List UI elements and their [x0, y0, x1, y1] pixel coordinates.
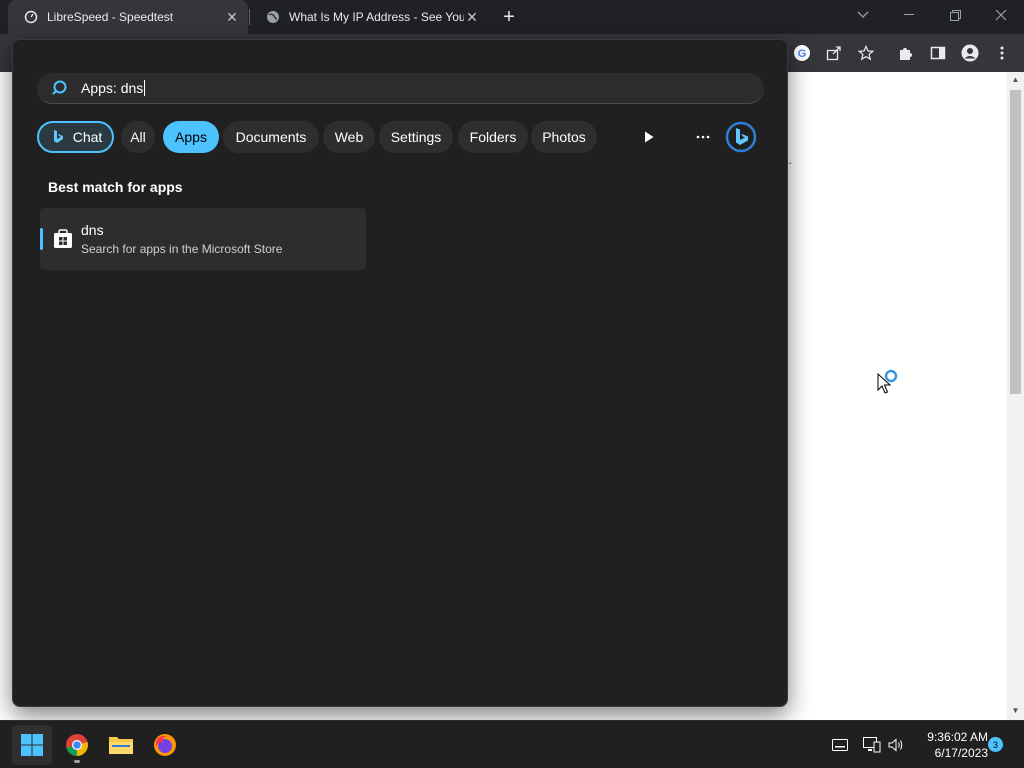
- notification-badge[interactable]: 3: [988, 737, 1003, 752]
- filter-photos[interactable]: Photos: [531, 121, 597, 153]
- page-scrollbar[interactable]: ▲ ▼: [1007, 72, 1024, 720]
- tab-search-chevron-icon[interactable]: [840, 0, 886, 30]
- tab-close-icon[interactable]: ✕: [224, 9, 240, 25]
- profile-avatar-icon[interactable]: [959, 42, 981, 64]
- browser-menu-icon[interactable]: [991, 42, 1013, 64]
- volume-icon[interactable]: [886, 735, 906, 755]
- minimize-button[interactable]: [886, 0, 932, 30]
- tab-close-icon[interactable]: ✕: [464, 9, 480, 25]
- close-window-button[interactable]: [978, 0, 1024, 30]
- clock-time: 9:36:02 AM: [927, 730, 988, 744]
- result-subtitle: Search for apps in the Microsoft Store: [81, 242, 283, 256]
- filter-settings[interactable]: Settings: [379, 121, 453, 153]
- result-title: dns: [81, 222, 104, 238]
- filter-label: All: [130, 129, 146, 145]
- filter-folders[interactable]: Folders: [458, 121, 528, 153]
- filter-documents[interactable]: Documents: [223, 121, 319, 153]
- new-tab-button[interactable]: +: [498, 6, 520, 28]
- microsoft-store-icon: [54, 229, 72, 248]
- globe-icon: [266, 10, 280, 24]
- filter-label: Documents: [235, 129, 307, 145]
- running-indicator: [74, 760, 80, 763]
- bing-chat-icon: [53, 130, 63, 143]
- filter-label: Web: [334, 129, 364, 145]
- filter-label: Chat: [72, 129, 103, 145]
- desktop: LibreSpeed - Speedtest ✕ What Is My IP A…: [0, 0, 1024, 768]
- search-query-text: Apps: dns: [81, 80, 144, 96]
- best-match-result[interactable]: dns Search for apps in the Microsoft Sto…: [40, 208, 366, 270]
- filter-apps[interactable]: Apps: [163, 121, 219, 153]
- scroll-down-arrow-icon[interactable]: ▼: [1011, 706, 1020, 715]
- search-input[interactable]: Apps: dns: [37, 73, 764, 104]
- busy-cursor-icon: [876, 368, 906, 401]
- tab-what-is-my-ip[interactable]: What Is My IP Address - See Your ✕: [250, 0, 488, 34]
- scroll-up-arrow-icon[interactable]: ▲: [1011, 75, 1020, 84]
- librespeed-favicon-icon: [24, 10, 38, 24]
- filter-label: Folders: [469, 129, 517, 145]
- bing-button-icon[interactable]: [724, 120, 758, 154]
- filter-label: Settings: [390, 129, 442, 145]
- network-icon[interactable]: [862, 735, 882, 755]
- tab-title: What Is My IP Address - See Your: [289, 10, 464, 24]
- windows-start-icon[interactable]: [12, 725, 52, 765]
- browser-tab-strip: LibreSpeed - Speedtest ✕ What Is My IP A…: [0, 0, 1024, 34]
- bookmark-star-icon[interactable]: [855, 42, 877, 64]
- firefox-icon[interactable]: [145, 725, 185, 765]
- tab-librespeed[interactable]: LibreSpeed - Speedtest ✕: [8, 0, 248, 34]
- scrollbar-thumb[interactable]: [1010, 90, 1021, 394]
- more-options-ellipsis-icon[interactable]: [687, 121, 719, 153]
- file-explorer-icon[interactable]: [101, 725, 141, 765]
- filter-all[interactable]: All: [121, 121, 155, 153]
- clock-date: 6/17/2023: [934, 746, 988, 760]
- selection-accent-bar: [40, 228, 43, 250]
- filter-label: Photos: [542, 129, 586, 145]
- filter-label: Apps: [175, 129, 207, 145]
- best-match-heading: Best match for apps: [48, 179, 183, 195]
- more-filters-play-icon[interactable]: [633, 121, 665, 153]
- svg-text:G: G: [798, 48, 807, 60]
- windows-taskbar: 9:36:02 AM 6/17/2023 3: [0, 720, 1024, 768]
- text-caret: [144, 80, 146, 96]
- filter-chat[interactable]: Chat: [37, 121, 114, 153]
- restore-button[interactable]: [932, 0, 978, 30]
- keyboard-icon[interactable]: [830, 735, 850, 755]
- tab-title: LibreSpeed - Speedtest: [47, 10, 174, 24]
- google-icon[interactable]: G: [791, 42, 813, 64]
- system-clock[interactable]: 9:36:02 AM 6/17/2023: [912, 729, 988, 761]
- extensions-puzzle-icon[interactable]: [895, 42, 917, 64]
- share-icon[interactable]: [823, 42, 845, 64]
- side-panel-icon[interactable]: [927, 42, 949, 64]
- start-search-panel: Apps: dns Chat All Apps Documents Web Se…: [12, 39, 788, 707]
- chrome-icon[interactable]: [57, 725, 97, 765]
- search-icon: [51, 78, 71, 98]
- filter-web[interactable]: Web: [323, 121, 375, 153]
